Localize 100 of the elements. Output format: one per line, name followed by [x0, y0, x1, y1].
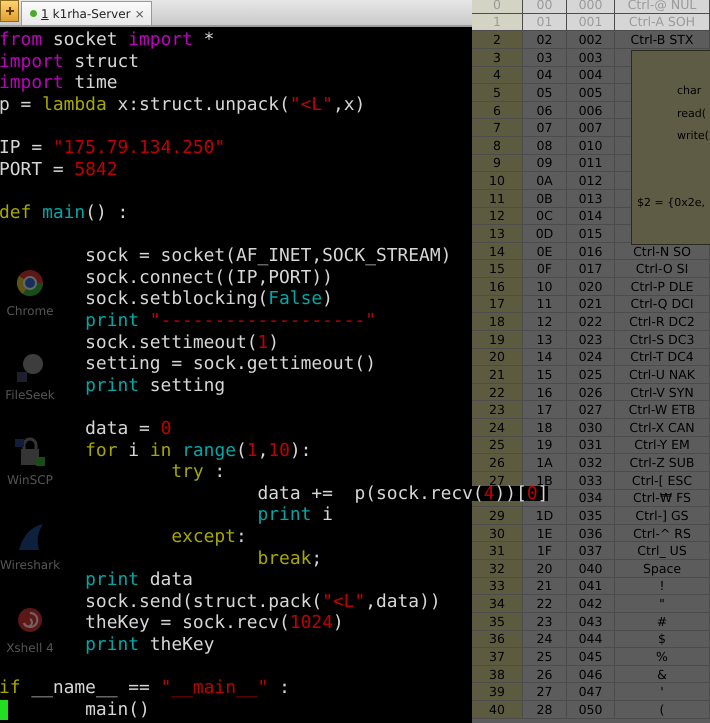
table-cell: 016	[567, 242, 615, 260]
table-cell: 7	[472, 119, 523, 137]
table-cell: 1E	[523, 524, 567, 542]
table-cell: 012	[567, 172, 615, 190]
table-cell: $	[615, 630, 710, 648]
table-cell: 003	[567, 48, 615, 66]
table-cell: #	[615, 612, 710, 630]
table-cell: 28	[523, 701, 567, 719]
table-cell: 37	[472, 648, 523, 666]
table-cell: 2	[472, 31, 523, 49]
desktop-icon-label[interactable]: Chrome	[6, 304, 54, 318]
table-cell: 20	[523, 560, 567, 578]
tab-number: 1	[41, 6, 49, 20]
table-cell: 10	[523, 278, 567, 296]
table-cell: 13	[523, 330, 567, 348]
table-cell: 0B	[523, 190, 567, 208]
tab-title: k1rha-Server	[52, 6, 131, 20]
table-cell: 36	[472, 630, 523, 648]
table-cell: 19	[523, 436, 567, 454]
session-tab[interactable]: 1 k1rha-Server ×	[21, 1, 152, 25]
popup-text: read(	[676, 106, 708, 122]
table-cell: 004	[567, 66, 615, 84]
table-cell: 017	[567, 260, 615, 278]
table-cell: 050	[567, 701, 615, 719]
table-cell: Ctrl-O SI	[615, 260, 710, 278]
table-cell: 031	[567, 436, 615, 454]
table-cell: 046	[567, 666, 615, 684]
table-cell: 25	[523, 648, 567, 666]
table-cell: Ctrl-X CAN	[615, 419, 710, 437]
table-cell: 0C	[523, 208, 567, 226]
table-cell: 035	[567, 507, 615, 525]
table-cell: 24	[523, 630, 567, 648]
table-cell: Ctrl-Q DCI	[615, 296, 710, 314]
close-button[interactable]: ×	[134, 6, 145, 20]
table-cell: 030	[567, 419, 615, 437]
table-cell: 30	[472, 524, 523, 542]
table-cell: 05	[523, 84, 567, 102]
table-cell: 020	[567, 278, 615, 296]
table-cell: 3	[472, 48, 523, 66]
table-cell: (	[615, 701, 710, 719]
table-cell: Ctrl-₩ FS	[615, 490, 710, 508]
table-cell: 4	[472, 66, 523, 84]
table-cell: 26	[472, 454, 523, 472]
table-cell: 15	[523, 366, 567, 384]
table-cell: 12	[523, 313, 567, 331]
table-cell: 026	[567, 384, 615, 402]
table-cell: 033	[567, 472, 615, 490]
table-cell: 27	[523, 683, 567, 701]
table-cell: Ctrl-B STX	[615, 31, 710, 49]
table-cell: 1	[472, 14, 523, 32]
padlock-icon	[15, 437, 45, 467]
table-cell: 39	[472, 683, 523, 701]
table-cell: 09	[523, 154, 567, 172]
spiral-icon	[15, 605, 45, 635]
table-cell: &	[615, 666, 710, 684]
table-cell: 034	[567, 490, 615, 508]
table-cell: Ctrl-T DC4	[615, 348, 710, 366]
table-cell: 03	[523, 48, 567, 66]
table-cell: 33	[472, 578, 523, 596]
table-cell: 022	[567, 313, 615, 331]
table-cell: 044	[567, 630, 615, 648]
table-cell: 11	[523, 296, 567, 314]
table-cell: 16	[472, 278, 523, 296]
table-cell: 34	[472, 595, 523, 613]
table-cell: Ctrl-^ RS	[615, 524, 710, 542]
new-tab-button[interactable]	[0, 0, 19, 22]
table-cell: Ctrl-S DC3	[615, 330, 710, 348]
table-cell: 9	[472, 154, 523, 172]
table-cell: 21	[523, 578, 567, 596]
table-cell: 005	[567, 84, 615, 102]
table-cell: 14	[523, 348, 567, 366]
table-cell: 0A	[523, 172, 567, 190]
table-cell: 0F	[523, 260, 567, 278]
table-cell: %	[615, 648, 710, 666]
table-cell: 010	[567, 137, 615, 155]
table-cell: 10	[472, 172, 523, 190]
table-cell: Ctrl-U NAK	[615, 366, 710, 384]
table-cell: 015	[567, 225, 615, 243]
table-cell: 011	[567, 154, 615, 172]
desktop-icon-label[interactable]: Xshell 4	[6, 641, 54, 655]
table-cell: 26	[523, 666, 567, 684]
table-cell: 01	[523, 14, 567, 32]
plus-icon	[4, 6, 14, 16]
table-cell: 002	[567, 31, 615, 49]
table-cell: Ctrl-V SYN	[615, 384, 710, 402]
table-cell: 1F	[523, 542, 567, 560]
cursor	[0, 700, 8, 720]
table-cell: 16	[523, 384, 567, 402]
table-cell: 014	[567, 208, 615, 226]
desktop-icon-label[interactable]: FileSeek	[5, 388, 55, 402]
table-cell: Ctrl-W ETB	[615, 401, 710, 419]
table-cell: 023	[567, 330, 615, 348]
table-cell: 047	[567, 683, 615, 701]
table-cell: Ctrl-Y EM	[615, 436, 710, 454]
desktop-icon-label[interactable]: Wireshark	[0, 558, 60, 572]
table-cell: 006	[567, 102, 615, 120]
desktop-icon-label[interactable]: WinSCP	[7, 473, 53, 487]
table-cell: 032	[567, 454, 615, 472]
table-cell: 042	[567, 595, 615, 613]
table-cell: 045	[567, 648, 615, 666]
